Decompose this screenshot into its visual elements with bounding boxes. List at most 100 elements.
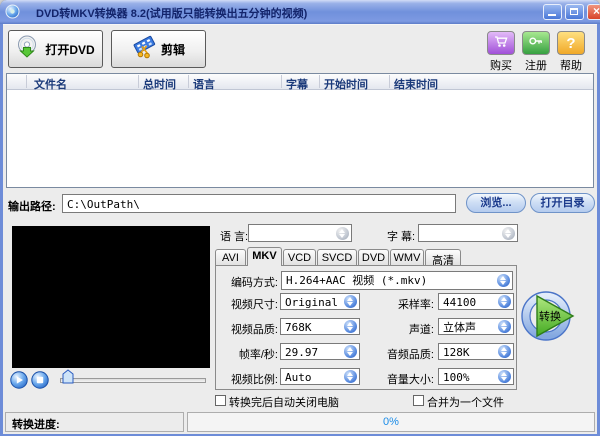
- video-size-label: 视频尺寸:: [230, 299, 278, 311]
- column-separator: [26, 75, 27, 88]
- framerate-spinner-icon[interactable]: [344, 345, 357, 358]
- audio-quality-select[interactable]: 128K: [438, 343, 514, 360]
- close-button[interactable]: ×: [587, 4, 600, 20]
- volume-select[interactable]: 100%: [438, 368, 514, 385]
- film-scissors-icon: [132, 35, 156, 64]
- buy-label: 购买: [490, 60, 512, 72]
- framerate-value: 29.97: [285, 346, 319, 359]
- minimize-button[interactable]: [543, 4, 562, 20]
- buy-button[interactable]: [487, 31, 515, 55]
- question-mark-icon: ?: [566, 34, 576, 52]
- maximize-button[interactable]: [565, 4, 584, 20]
- audio-quality-label: 音频品质:: [386, 349, 434, 361]
- register-label: 注册: [525, 60, 547, 72]
- shutdown-checkbox[interactable]: [215, 395, 226, 406]
- seek-slider-track[interactable]: [60, 378, 206, 383]
- progress-bar: 0%: [187, 412, 595, 432]
- play-button[interactable]: [10, 371, 28, 389]
- col-subtitle: 字幕: [286, 79, 308, 91]
- audio-quality-value: 128K: [443, 346, 470, 359]
- language-label: 语 言:: [220, 231, 249, 243]
- help-icon-button[interactable]: ?: [557, 31, 585, 55]
- channels-select[interactable]: 立体声: [438, 318, 514, 335]
- column-separator: [281, 75, 282, 88]
- video-quality-spinner-icon[interactable]: [344, 320, 357, 333]
- minimize-icon: [548, 14, 556, 16]
- help-label: 帮助: [560, 60, 582, 72]
- video-quality-value: 768K: [285, 321, 312, 334]
- tab-vcd[interactable]: VCD: [283, 249, 316, 266]
- aspect-ratio-select[interactable]: Auto: [280, 368, 360, 385]
- channels-spinner-icon[interactable]: [498, 320, 511, 333]
- maximize-icon: [570, 8, 578, 15]
- framerate-select[interactable]: 29.97: [280, 343, 360, 360]
- progress-value: 0%: [383, 416, 399, 428]
- shopping-cart-icon: [493, 34, 509, 53]
- open-directory-button[interactable]: 打开目录: [530, 193, 595, 213]
- clip-button[interactable]: 剪辑: [111, 30, 206, 68]
- convert-label: 转换: [539, 309, 561, 323]
- video-size-spinner-icon[interactable]: [344, 295, 357, 308]
- progress-label: 转换进度:: [12, 419, 60, 431]
- shutdown-checkbox-label: 转换完后自动关闭电脑: [229, 397, 339, 409]
- tab-svcd[interactable]: SVCD: [317, 249, 357, 266]
- encoding-label: 编码方式:: [230, 277, 278, 289]
- progress-label-box: 转换进度:: [5, 412, 184, 432]
- app-icon: [5, 4, 20, 19]
- dvd-disc-icon: [16, 35, 40, 64]
- subtitle-select[interactable]: [418, 224, 518, 242]
- encoding-select[interactable]: H.264+AAC 视频 (*.mkv): [281, 271, 513, 290]
- tab-avi[interactable]: AVI: [215, 249, 246, 266]
- open-dvd-label: 打开DVD: [45, 42, 95, 57]
- output-path-input[interactable]: [62, 194, 456, 213]
- convert-button[interactable]: 转换: [520, 287, 580, 347]
- merge-checkbox[interactable]: [413, 395, 424, 406]
- channels-label: 声道:: [408, 324, 434, 336]
- encoding-spinner-icon[interactable]: [497, 274, 510, 287]
- aspect-ratio-value: Auto: [285, 371, 312, 384]
- audio-quality-spinner-icon[interactable]: [498, 345, 511, 358]
- file-list-header: 文件名 总时间 语言 字幕 开始时间 结束时间: [7, 74, 593, 91]
- col-start-time: 开始时间: [324, 79, 368, 91]
- register-button[interactable]: [522, 31, 550, 55]
- language-select[interactable]: [248, 224, 352, 242]
- merge-checkbox-label: 合并为一个文件: [427, 397, 504, 409]
- browse-button[interactable]: 浏览...: [466, 193, 526, 213]
- framerate-label: 帧率/秒:: [238, 349, 278, 361]
- sample-rate-value: 44100: [443, 296, 477, 309]
- channels-value: 立体声: [443, 321, 476, 334]
- video-size-select[interactable]: Original: [280, 293, 360, 310]
- language-spinner-icon[interactable]: [336, 226, 349, 240]
- tab-wmv[interactable]: WMV: [390, 249, 424, 266]
- subtitle-label: 字 幕:: [387, 231, 416, 243]
- subtitle-spinner-icon[interactable]: [502, 226, 515, 240]
- sample-rate-label: 采样率:: [397, 299, 434, 311]
- column-separator: [319, 75, 320, 88]
- open-dvd-button[interactable]: 打开DVD: [8, 30, 103, 68]
- aspect-ratio-spinner-icon[interactable]: [344, 370, 357, 383]
- titlebar[interactable]: DVD转MKV转换器 8.2(试用版只能转换出五分钟的视频) ×: [0, 0, 600, 24]
- volume-spinner-icon[interactable]: [498, 370, 511, 383]
- video-quality-select[interactable]: 768K: [280, 318, 360, 335]
- aspect-ratio-label: 视频比例:: [230, 374, 278, 386]
- sample-rate-spinner-icon[interactable]: [498, 295, 511, 308]
- window-title: DVD转MKV转换器 8.2(试用版只能转换出五分钟的视频): [36, 8, 308, 20]
- volume-value: 100%: [443, 371, 470, 384]
- encoding-value: H.264+AAC 视频 (*.mkv): [286, 274, 428, 287]
- sample-rate-select[interactable]: 44100: [438, 293, 514, 310]
- col-total-time: 总时间: [143, 79, 176, 91]
- tab-dvd[interactable]: DVD: [358, 249, 389, 266]
- tab-mkv[interactable]: MKV: [247, 247, 282, 266]
- col-language: 语言: [193, 79, 215, 91]
- file-list[interactable]: 文件名 总时间 语言 字幕 开始时间 结束时间: [6, 73, 594, 188]
- video-quality-label: 视频品质:: [230, 324, 278, 336]
- column-separator: [138, 75, 139, 88]
- stop-button[interactable]: [31, 371, 49, 389]
- column-separator: [389, 75, 390, 88]
- format-settings-panel: 编码方式: H.264+AAC 视频 (*.mkv) 视频尺寸: Origina…: [215, 265, 517, 390]
- key-icon: [528, 34, 544, 53]
- stop-icon: [31, 371, 49, 389]
- tab-hd[interactable]: 高清: [425, 249, 461, 267]
- app-window: DVD转MKV转换器 8.2(试用版只能转换出五分钟的视频) × 打开DVD 剪…: [0, 0, 600, 436]
- seek-slider-thumb[interactable]: [62, 369, 74, 384]
